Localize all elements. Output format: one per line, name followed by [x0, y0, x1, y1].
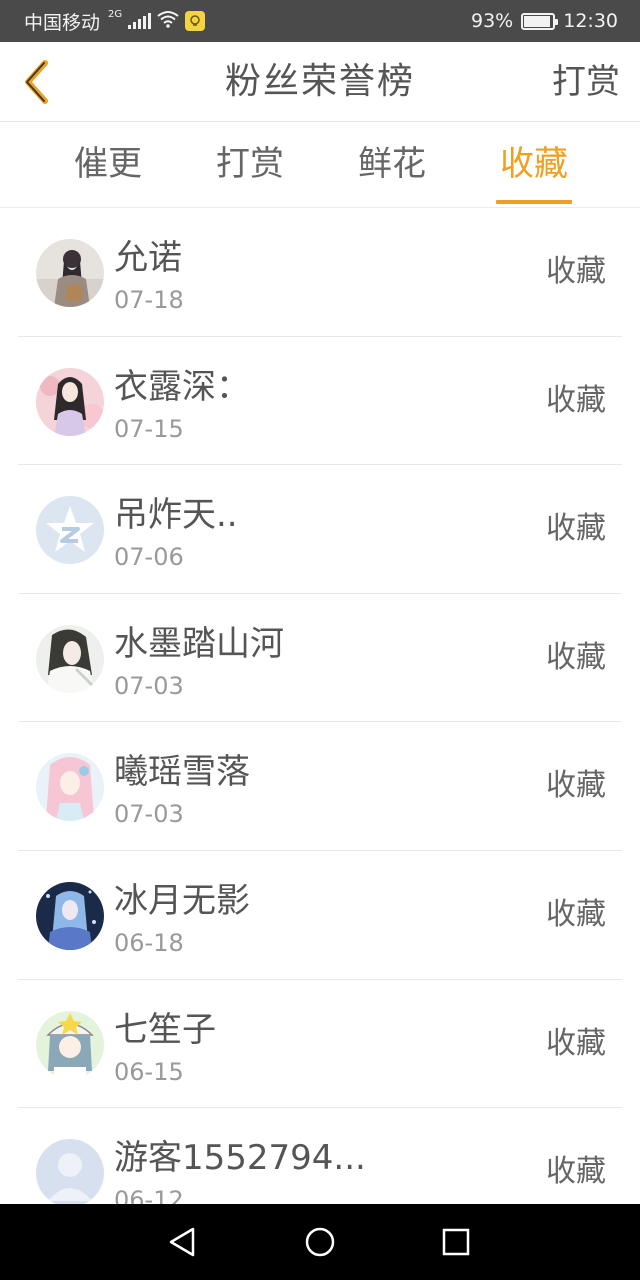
fan-date: 07-15 [114, 414, 184, 443]
fan-date: 06-18 [114, 928, 184, 957]
avatar[interactable] [36, 367, 104, 436]
list-item[interactable]: 曦瑶雪落 07-03 收藏 [18, 722, 622, 851]
battery-percent: 93% [471, 10, 514, 32]
nav-back-button[interactable] [162, 1222, 202, 1262]
chevron-left-icon [25, 60, 48, 104]
signal-icon [128, 13, 152, 29]
tab-label: 打赏 [216, 144, 284, 184]
status-right: 93% 12:30 [471, 0, 618, 42]
back-button[interactable] [12, 56, 60, 108]
capped-anime-icon [36, 1010, 104, 1079]
tab-favorites[interactable]: 收藏 [496, 122, 572, 208]
reward-button[interactable]: 打赏 [552, 42, 620, 122]
illustration-girl-icon [36, 367, 104, 436]
starry-anime-icon [36, 881, 104, 950]
nav-home-button[interactable] [300, 1222, 340, 1262]
tab-label: 收藏 [500, 144, 568, 184]
network-type: 2G [108, 8, 123, 20]
tab-label: 催更 [74, 144, 142, 184]
avatar[interactable] [36, 496, 104, 565]
active-tab-indicator [496, 200, 572, 204]
fan-date: 07-03 [114, 671, 184, 700]
clock: 12:30 [563, 10, 618, 32]
fan-list[interactable]: 允诺 07-18 收藏 衣露深： 07-15 收藏 吊炸天.. 07-06 收藏… [0, 208, 640, 1204]
pink-hair-anime-icon [36, 753, 104, 822]
photo-girl-icon [36, 239, 104, 307]
list-item[interactable]: 吊炸天.. 07-06 收藏 [18, 465, 622, 594]
avatar[interactable] [36, 624, 104, 693]
wifi-icon [157, 10, 179, 33]
carrier-name: 中国移动 [24, 11, 101, 34]
avatar[interactable] [36, 881, 104, 950]
support-type: 收藏 [546, 382, 606, 418]
default-user-icon [36, 1139, 104, 1204]
avatar[interactable] [36, 239, 104, 307]
nav-recents-button[interactable] [436, 1222, 476, 1262]
support-type: 收藏 [546, 639, 606, 675]
title-bar: 粉丝荣誉榜 打赏 [0, 42, 640, 122]
fan-name: 衣露深： [114, 366, 250, 407]
list-item[interactable]: 水墨踏山河 07-03 收藏 [18, 594, 622, 723]
app-notification-icon [185, 11, 206, 31]
fan-date: 06-12 [114, 1186, 184, 1204]
support-type: 收藏 [546, 768, 606, 804]
fan-name: 游客1552794... [114, 1138, 366, 1179]
page-title: 粉丝荣誉榜 [224, 61, 415, 102]
support-type: 收藏 [546, 1154, 606, 1190]
fan-name: 吊炸天.. [114, 495, 238, 536]
fan-date: 07-18 [114, 286, 184, 314]
square-recents-icon [442, 1228, 470, 1256]
fan-name: 七笙子 [114, 1009, 216, 1050]
tab-bar: 催更 打赏 鲜花 收藏 [0, 122, 640, 208]
avatar[interactable] [36, 1139, 104, 1204]
triangle-back-icon [169, 1227, 195, 1257]
list-item[interactable]: 冰月无影 06-18 收藏 [18, 851, 622, 980]
tab-urge[interactable]: 催更 [70, 122, 146, 208]
qzone-star-icon [36, 496, 104, 565]
tab-flowers[interactable]: 鲜花 [354, 122, 430, 208]
fan-name: 水墨踏山河 [114, 623, 284, 664]
list-item[interactable]: 允诺 07-18 收藏 [18, 208, 622, 337]
list-item[interactable]: 游客1552794... 06-12 收藏 [18, 1108, 622, 1204]
avatar[interactable] [36, 1010, 104, 1079]
avatar[interactable] [36, 753, 104, 822]
tab-label: 鲜花 [358, 144, 426, 184]
ink-character-icon [36, 624, 104, 693]
status-bar: 中国移动 2G 93% 12:30 [0, 0, 640, 42]
battery-icon [521, 12, 559, 30]
fan-date: 07-03 [114, 800, 184, 829]
system-nav-bar [0, 1204, 640, 1280]
support-type: 收藏 [546, 1025, 606, 1061]
fan-date: 06-15 [114, 1057, 184, 1086]
list-item[interactable]: 衣露深： 07-15 收藏 [18, 337, 622, 466]
fan-date: 07-06 [114, 543, 184, 572]
fan-name: 冰月无影 [114, 880, 250, 921]
status-left: 中国移动 2G [24, 0, 206, 42]
support-type: 收藏 [546, 254, 606, 289]
support-type: 收藏 [546, 511, 606, 547]
circle-home-icon [305, 1227, 335, 1257]
fan-name: 曦瑶雪落 [114, 752, 250, 793]
list-item[interactable]: 七笙子 06-15 收藏 [18, 980, 622, 1109]
fan-name: 允诺 [114, 238, 182, 278]
support-type: 收藏 [546, 896, 606, 932]
tab-reward[interactable]: 打赏 [212, 122, 288, 208]
